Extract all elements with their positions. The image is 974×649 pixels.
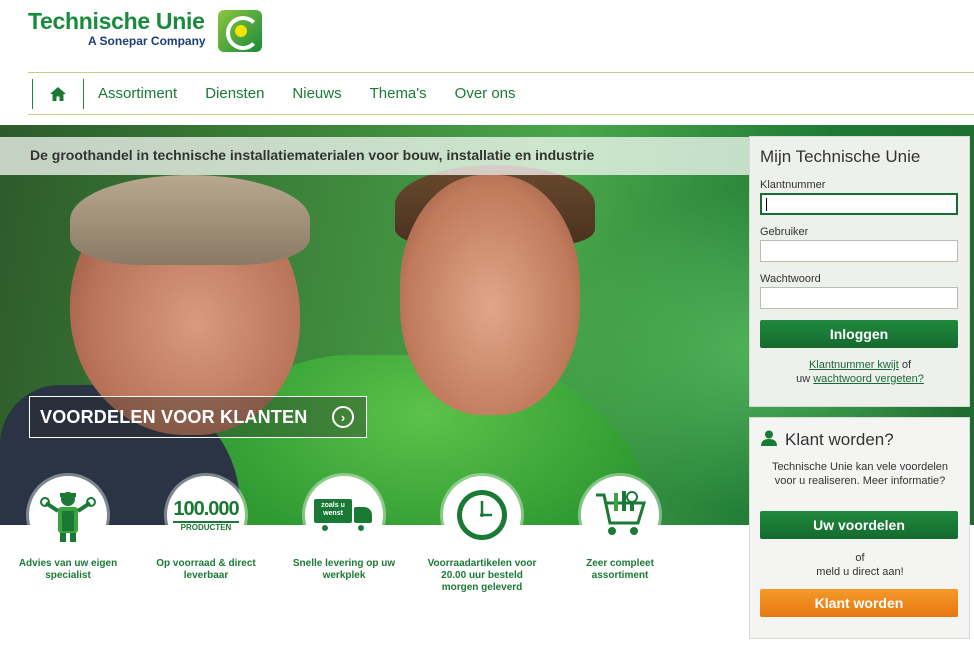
forgot-customer-number-link[interactable]: Klantnummer kwijt bbox=[809, 359, 899, 371]
home-icon bbox=[50, 86, 66, 101]
feature-next-day[interactable]: Voorraadartikelen voor 20.00 uur besteld… bbox=[422, 476, 542, 594]
products-badge-sub: PRODUCTEN bbox=[173, 520, 239, 532]
signup-title: Klant worden? bbox=[785, 430, 894, 449]
help-or: of bbox=[901, 359, 912, 371]
hero-person-left-hair bbox=[70, 175, 310, 265]
logo-subtitle: A Sonepar Company bbox=[88, 34, 206, 48]
products-badge: 100.000 bbox=[173, 497, 239, 520]
login-panel: Mijn Technische Unie Klantnummer Gebruik… bbox=[749, 136, 970, 407]
truck-text: zoals u wenst bbox=[321, 502, 345, 517]
benefits-cta-label: VOORDELEN VOOR KLANTEN bbox=[40, 406, 308, 427]
klantnummer-input[interactable] bbox=[760, 193, 958, 215]
login-help: Klantnummer kwijt of uw wachtwoord verge… bbox=[760, 358, 960, 386]
signup-or-text: of bbox=[855, 552, 865, 564]
nav-divider-bottom bbox=[28, 114, 974, 115]
klantnummer-label: Klantnummer bbox=[760, 179, 826, 191]
feature-label: Op voorraad & direct leverbaar bbox=[156, 558, 256, 581]
text-caret bbox=[766, 198, 767, 211]
specialist-icon bbox=[29, 476, 107, 554]
nav-item-nieuws[interactable]: Nieuws bbox=[292, 85, 341, 102]
signup-text: Technische Unie kan vele voordelen voor … bbox=[771, 461, 949, 487]
hero-banner-text: De groothandel in technische installatie… bbox=[30, 147, 595, 163]
hero-person-right-head bbox=[400, 175, 580, 415]
wachtwoord-label: Wachtwoord bbox=[760, 273, 821, 285]
nav-home[interactable] bbox=[32, 78, 84, 109]
feature-specialist[interactable]: Advies van uw eigen specialist bbox=[8, 476, 128, 582]
login-button[interactable]: Inloggen bbox=[760, 320, 958, 348]
nav-item-themas[interactable]: Thema's bbox=[370, 85, 427, 102]
feature-label: Voorraadartikelen voor 20.00 uur besteld… bbox=[427, 558, 537, 593]
products-icon: 100.000 PRODUCTEN bbox=[167, 476, 245, 554]
feature-assortment[interactable]: Zeer compleet assortiment bbox=[560, 476, 680, 582]
main-nav: Assortiment Diensten Nieuws Thema's Over… bbox=[28, 73, 516, 114]
signup-panel: Klant worden? Technische Unie kan vele v… bbox=[749, 417, 970, 639]
logo-mark-icon[interactable] bbox=[218, 10, 262, 52]
wachtwoord-input[interactable] bbox=[760, 287, 958, 309]
user-icon bbox=[761, 430, 777, 446]
nav-item-assortiment[interactable]: Assortiment bbox=[98, 85, 177, 102]
chevron-right-icon: › bbox=[332, 406, 354, 428]
login-title: Mijn Technische Unie bbox=[760, 147, 921, 166]
nav-item-diensten[interactable]: Diensten bbox=[205, 85, 264, 102]
clock-icon bbox=[443, 476, 521, 554]
signup-or-sub: meld u direct aan! bbox=[816, 566, 904, 578]
benefits-button[interactable]: Uw voordelen bbox=[760, 511, 958, 539]
feature-products[interactable]: 100.000 PRODUCTEN Op voorraad & direct l… bbox=[146, 476, 266, 582]
logo[interactable]: Technische Unie A Sonepar Company bbox=[28, 8, 206, 48]
help-pre: uw bbox=[796, 373, 811, 385]
gebruiker-label: Gebruiker bbox=[760, 226, 809, 238]
nav-item-over-ons[interactable]: Over ons bbox=[455, 85, 516, 102]
feature-label: Advies van uw eigen specialist bbox=[18, 558, 118, 581]
signup-button[interactable]: Klant worden bbox=[760, 589, 958, 617]
forgot-password-link[interactable]: wachtwoord vergeten? bbox=[813, 373, 924, 385]
feature-label: Snelle levering op uw werkplek bbox=[292, 558, 396, 581]
gebruiker-input[interactable] bbox=[760, 240, 958, 262]
feature-delivery[interactable]: zoals u wenst Snelle levering op uw werk… bbox=[284, 476, 404, 582]
feature-label: Zeer compleet assortiment bbox=[586, 558, 654, 581]
truck-icon: zoals u wenst bbox=[305, 476, 383, 554]
cart-icon bbox=[581, 476, 659, 554]
signup-or: of meld u direct aan! bbox=[760, 551, 960, 579]
benefits-cta-button[interactable]: VOORDELEN VOOR KLANTEN › bbox=[29, 396, 367, 438]
logo-title: Technische Unie bbox=[28, 8, 205, 34]
